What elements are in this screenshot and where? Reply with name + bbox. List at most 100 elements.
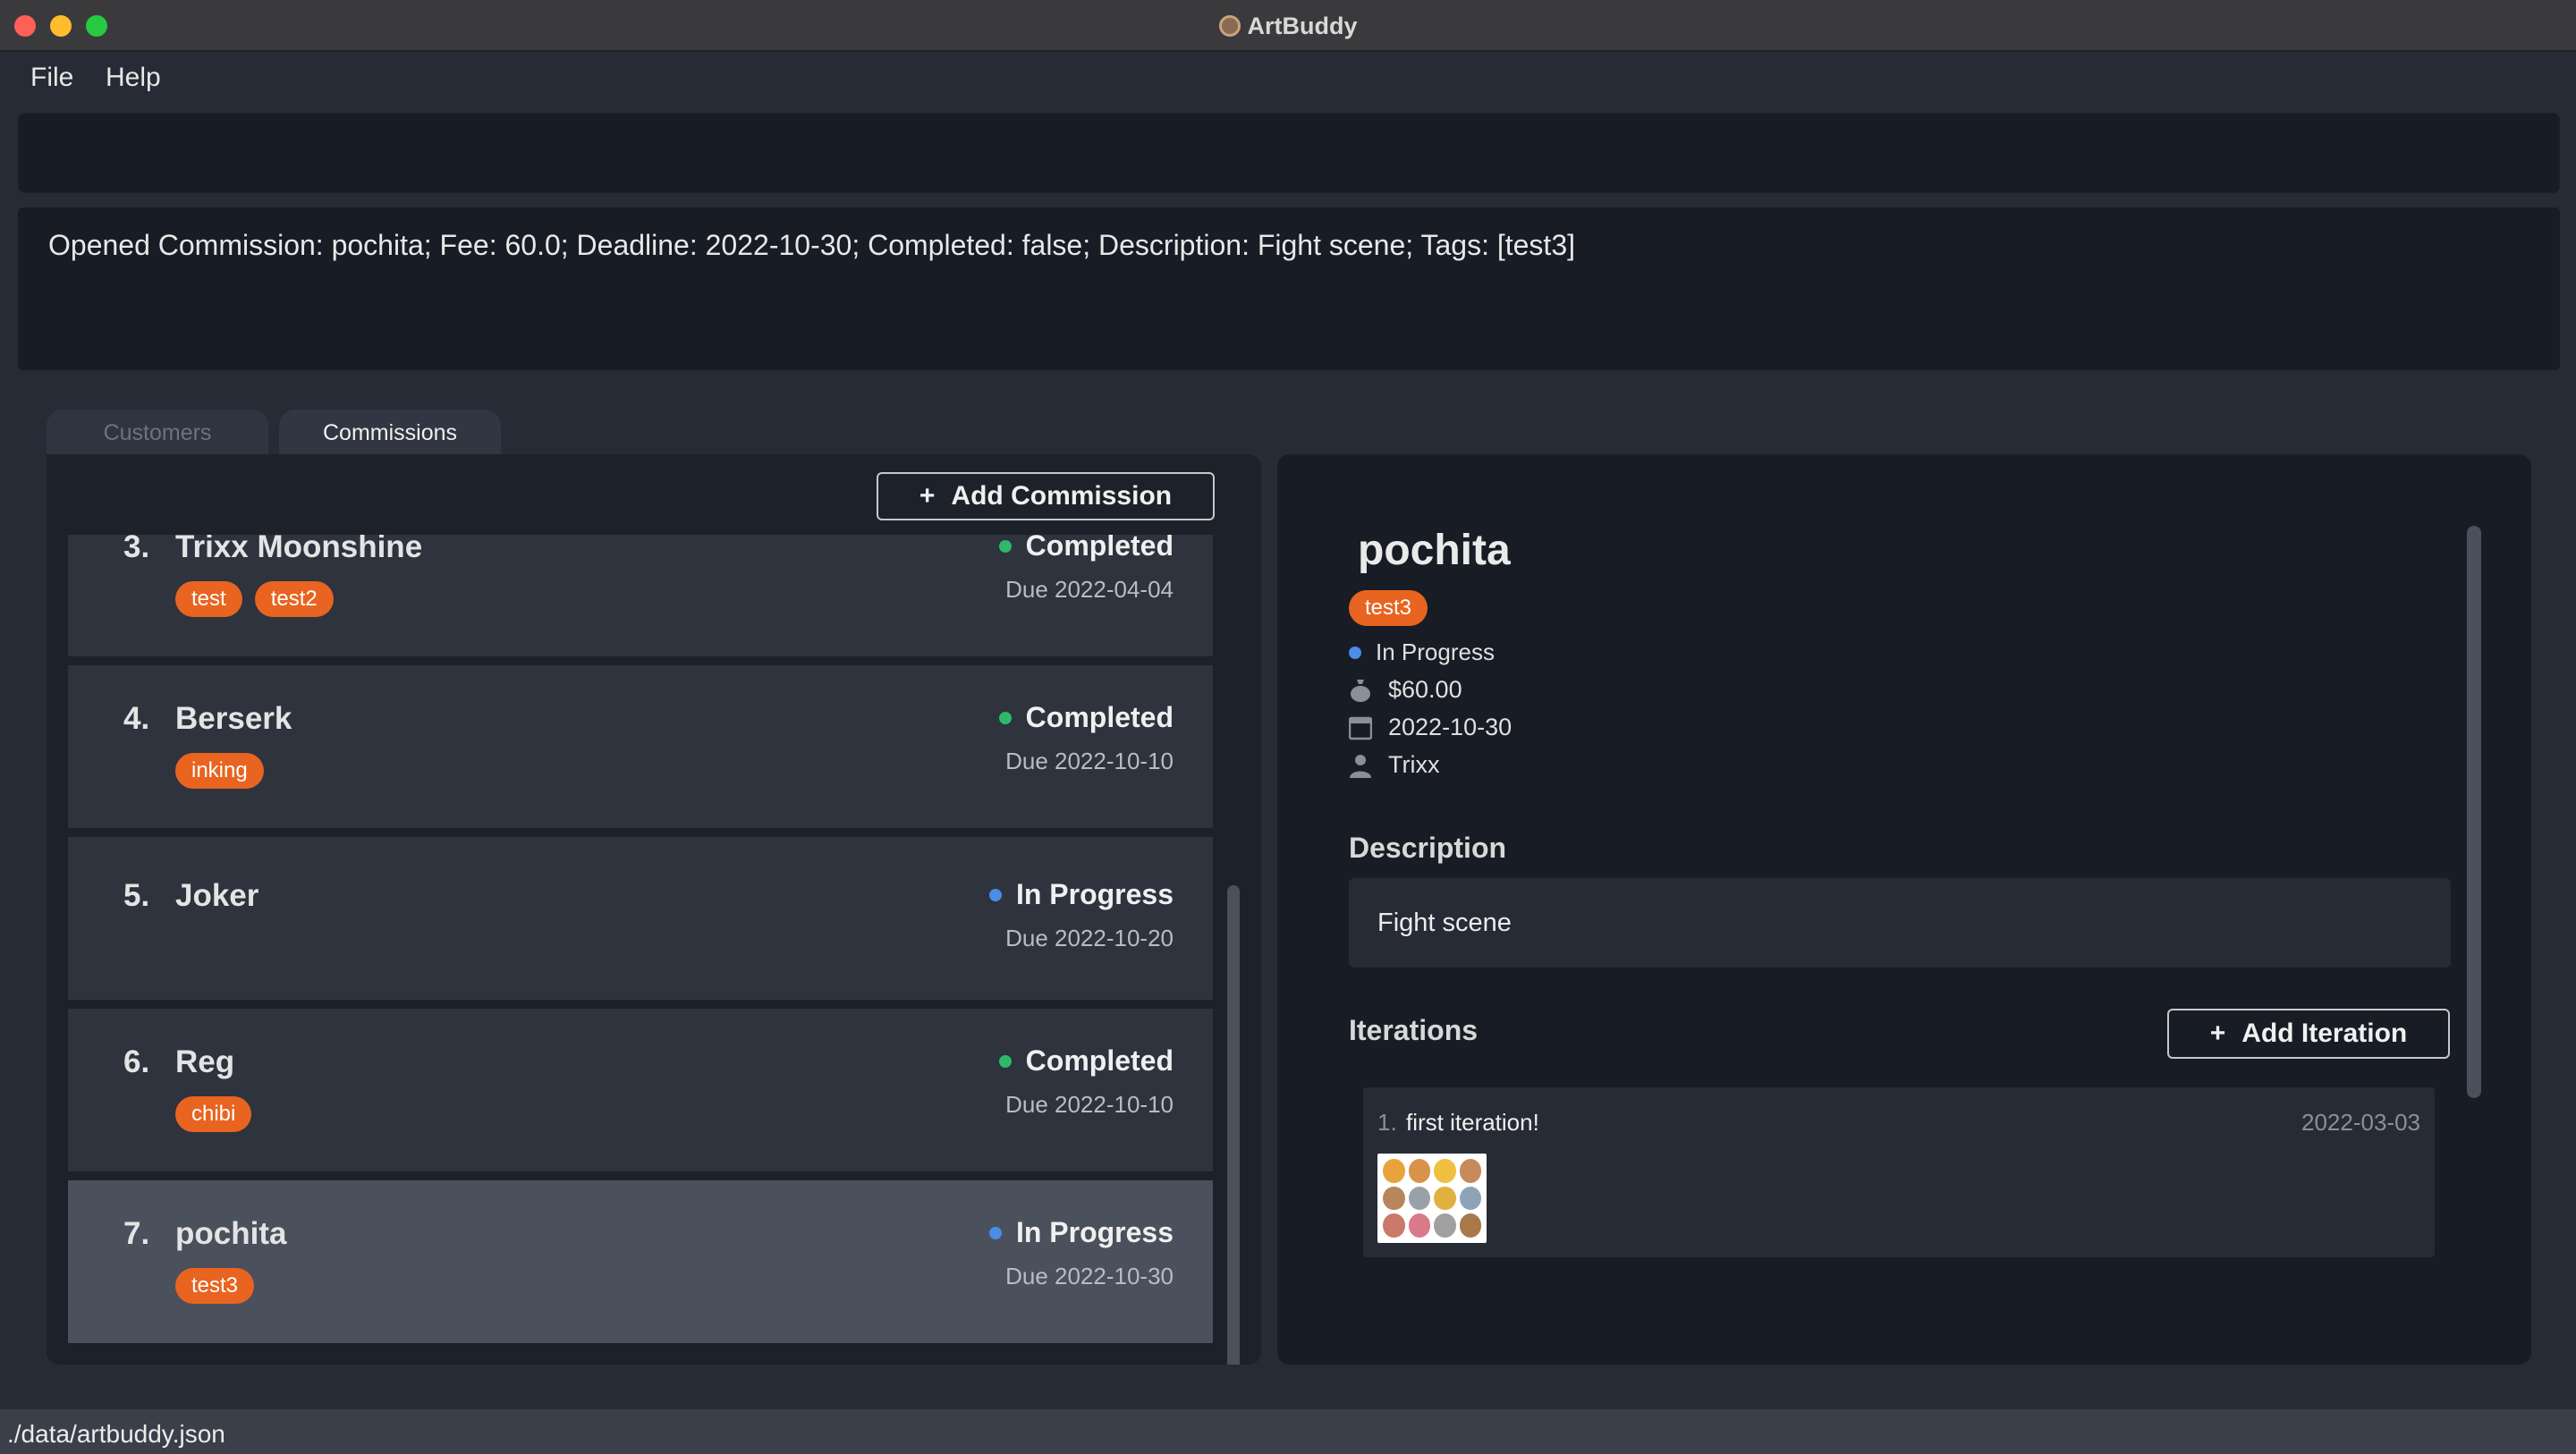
description-text: Fight scene bbox=[1377, 909, 1512, 937]
status-dot-icon bbox=[998, 711, 1012, 724]
person-icon bbox=[1349, 753, 1372, 778]
app-window: ArtBuddy File Help Opened Commission: po… bbox=[0, 0, 2576, 1454]
commission-title: Berserk bbox=[175, 701, 292, 736]
scrollbar-thumb[interactable] bbox=[2467, 526, 2481, 1098]
iteration-index: 1. bbox=[1377, 1109, 1397, 1136]
emoji-thumbnail-icon bbox=[1459, 1159, 1481, 1183]
iteration-image[interactable] bbox=[1377, 1154, 1487, 1243]
commission-status: In Progress bbox=[988, 1216, 1174, 1249]
commission-card[interactable]: 3. Trixx Moonshine test test2 Completed … bbox=[68, 535, 1213, 656]
detail-fee: $60.00 bbox=[1349, 676, 1462, 704]
command-input[interactable] bbox=[19, 114, 2559, 192]
calendar-icon bbox=[1348, 715, 1373, 740]
fee-value: $60.00 bbox=[1388, 676, 1462, 703]
status-label: Completed bbox=[1025, 535, 1174, 562]
commission-status: Completed bbox=[998, 701, 1174, 734]
detail-status-label: In Progress bbox=[1376, 638, 1495, 665]
emoji-thumbnail-icon bbox=[1459, 1186, 1481, 1211]
status-dot-icon bbox=[1349, 646, 1361, 659]
status-dot-icon bbox=[988, 1226, 1002, 1239]
commission-card[interactable]: 6. Reg chibi Completed Due 2022-10-10 bbox=[68, 1009, 1213, 1171]
emoji-thumbnail-icon bbox=[1434, 1159, 1456, 1183]
commission-due: Due 2022-10-20 bbox=[1005, 925, 1174, 951]
commission-list-panel: + Add Commission 3. Trixx Moonshine test … bbox=[47, 454, 1261, 1365]
title-bar: ArtBuddy bbox=[0, 0, 2576, 52]
app-logo-icon bbox=[1218, 15, 1241, 37]
iteration-card[interactable]: 1. first iteration! 2022-03-03 bbox=[1363, 1087, 2435, 1257]
commission-card[interactable]: 5. Joker In Progress Due 2022-10-20 bbox=[68, 837, 1213, 1000]
add-iteration-button[interactable]: + Add Iteration bbox=[2167, 1009, 2450, 1059]
status-label: Completed bbox=[1025, 701, 1174, 733]
emoji-thumbnail-icon bbox=[1459, 1213, 1481, 1238]
tag-badge: test3 bbox=[175, 1268, 255, 1304]
emoji-thumbnail-icon bbox=[1408, 1213, 1430, 1238]
plus-icon: + bbox=[2209, 1019, 2226, 1048]
result-text: Opened Commission: pochita; Fee: 60.0; D… bbox=[48, 229, 1575, 261]
tag-badge: inking bbox=[175, 753, 264, 789]
emoji-thumbnail-icon bbox=[1434, 1213, 1456, 1238]
commission-due: Due 2022-04-04 bbox=[1005, 576, 1174, 603]
commission-due: Due 2022-10-10 bbox=[1005, 1091, 1174, 1118]
result-display: Opened Commission: pochita; Fee: 60.0; D… bbox=[18, 207, 2560, 370]
description-box: Fight scene bbox=[1349, 878, 2451, 968]
tag-badge: test bbox=[175, 581, 242, 617]
tag-badge: test2 bbox=[254, 581, 334, 617]
emoji-thumbnail-icon bbox=[1408, 1186, 1430, 1211]
menu-file[interactable]: File bbox=[30, 63, 73, 93]
commission-due: Due 2022-10-30 bbox=[1005, 1263, 1174, 1289]
iteration-date: 2022-03-03 bbox=[2301, 1109, 2420, 1136]
money-bag-icon bbox=[1349, 678, 1372, 703]
iterations-heading: Iterations bbox=[1349, 1014, 1479, 1046]
command-box bbox=[18, 113, 2560, 193]
commission-status: Completed bbox=[998, 535, 1174, 562]
customer-value: Trixx bbox=[1388, 751, 1440, 778]
commission-title: Trixx Moonshine bbox=[175, 535, 423, 564]
commission-title: Joker bbox=[175, 878, 259, 913]
emoji-thumbnail-icon bbox=[1434, 1186, 1456, 1211]
emoji-thumbnail-icon bbox=[1408, 1159, 1430, 1183]
commission-tags: chibi bbox=[175, 1096, 252, 1132]
commission-tags: inking bbox=[175, 753, 264, 789]
emoji-thumbnail-icon bbox=[1383, 1159, 1405, 1183]
tag-badge: test3 bbox=[1349, 590, 1428, 626]
tag-badge: chibi bbox=[175, 1096, 252, 1132]
status-dot-icon bbox=[998, 539, 1012, 553]
commission-index: 7. bbox=[123, 1216, 150, 1251]
window-title-text: ArtBuddy bbox=[1247, 13, 1358, 39]
commission-status: In Progress bbox=[988, 878, 1174, 911]
add-commission-button[interactable]: + Add Commission bbox=[877, 472, 1215, 520]
detail-status: In Progress bbox=[1349, 638, 1495, 666]
commission-list[interactable]: 3. Trixx Moonshine test test2 Completed … bbox=[68, 535, 1215, 1357]
commission-card-selected[interactable]: 7. pochita test3 In Progress Due 2022-10… bbox=[68, 1180, 1213, 1343]
emoji-thumbnail-icon bbox=[1383, 1213, 1405, 1238]
commission-card[interactable]: 4. Berserk inking Completed Due 2022-10-… bbox=[68, 665, 1213, 828]
menu-help[interactable]: Help bbox=[106, 63, 161, 93]
commission-index: 4. bbox=[123, 701, 150, 736]
detail-scrollbar[interactable] bbox=[2465, 526, 2483, 1098]
window-title: ArtBuddy bbox=[0, 13, 2576, 40]
emoji-thumbnail-icon bbox=[1383, 1186, 1405, 1211]
commission-due: Due 2022-10-10 bbox=[1005, 748, 1174, 774]
commission-status: Completed bbox=[998, 1044, 1174, 1078]
commission-list-scrollbar[interactable] bbox=[1224, 535, 1241, 1365]
detail-tags: test3 bbox=[1349, 590, 1428, 626]
description-heading: Description bbox=[1349, 832, 1507, 864]
iteration-description: first iteration! bbox=[1406, 1109, 1539, 1136]
detail-title: pochita bbox=[1358, 527, 1511, 574]
status-label: Completed bbox=[1025, 1044, 1174, 1077]
status-label: In Progress bbox=[1015, 878, 1174, 910]
plus-icon: + bbox=[919, 481, 936, 511]
commission-tags: test test2 bbox=[175, 581, 334, 617]
status-dot-icon bbox=[998, 1054, 1012, 1068]
status-label: In Progress bbox=[1015, 1216, 1174, 1248]
add-iteration-label: Add Iteration bbox=[2241, 1019, 2408, 1048]
detail-customer: Trixx bbox=[1349, 751, 1439, 779]
tab-customers[interactable]: Customers bbox=[47, 410, 268, 456]
data-file-path: ./data/artbuddy.json bbox=[7, 1420, 225, 1448]
scrollbar-thumb[interactable] bbox=[1227, 885, 1240, 1365]
tab-commissions[interactable]: Commissions bbox=[279, 410, 501, 456]
commission-index: 5. bbox=[123, 878, 150, 913]
status-dot-icon bbox=[988, 888, 1002, 901]
deadline-value: 2022-10-30 bbox=[1388, 714, 1513, 740]
commission-title: pochita bbox=[175, 1216, 287, 1251]
